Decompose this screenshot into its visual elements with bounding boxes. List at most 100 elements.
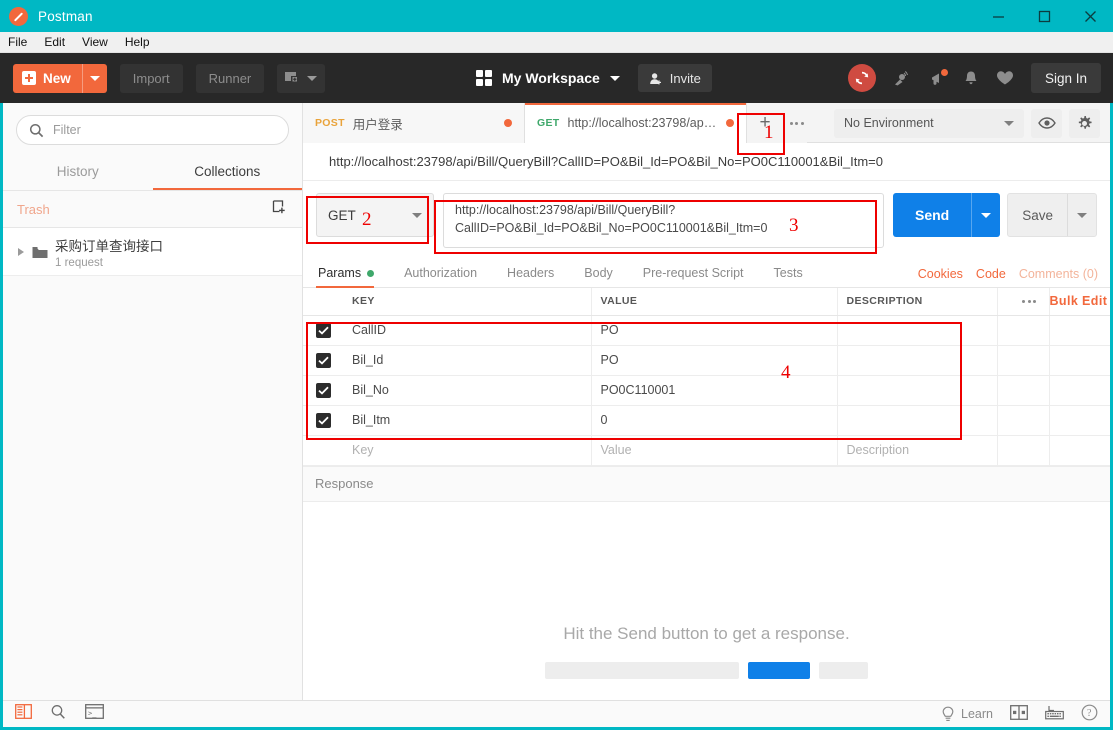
environment-selector[interactable]: No Environment [834,108,1024,138]
runner-button[interactable]: Runner [195,63,265,93]
collection-item[interactable]: 采购订单查询接口 1 request [3,228,302,276]
svg-text:?: ? [1087,708,1092,719]
cell-description[interactable] [837,345,998,376]
new-window-button[interactable] [277,63,326,93]
row-checkbox-cell[interactable] [303,345,343,376]
maximize-button[interactable] [1021,0,1067,32]
tab-params[interactable]: Params [316,266,388,288]
cell-row-actions[interactable] [997,435,1050,466]
row-checkbox-cell[interactable] [303,315,343,346]
tab-headers[interactable]: Headers [505,266,568,287]
checkbox-checked[interactable] [315,412,331,428]
header-bulk-edit[interactable]: Bulk Edit [1049,288,1110,316]
cell-value[interactable]: PO [591,315,838,346]
add-tab-button[interactable]: + [747,103,783,143]
table-row[interactable]: CallID PO [303,315,1110,346]
search-input[interactable]: Filter [16,115,289,145]
table-row-placeholder[interactable]: Key Value Description [303,435,1110,466]
row-checkbox-cell[interactable] [303,405,343,436]
tab-history[interactable]: History [3,153,153,190]
table-row[interactable]: Bil_Itm 0 [303,405,1110,436]
request-tab-get-bill[interactable]: GET http://localhost:23798/api/Bill/ [525,103,747,143]
tab-collections[interactable]: Collections [152,153,303,190]
bell-icon[interactable] [963,70,979,87]
invite-button[interactable]: Invite [637,64,712,92]
cell-row-actions[interactable] [997,345,1050,376]
tab-tests[interactable]: Tests [772,266,817,287]
help-circle-icon[interactable]: ? [1081,704,1098,724]
heart-icon[interactable] [996,70,1014,86]
cell-description[interactable] [837,315,998,346]
code-link[interactable]: Code [976,267,1006,281]
checkbox-checked[interactable] [315,322,331,338]
sidebar-toggle-icon[interactable] [15,704,32,724]
table-row[interactable]: Bil_No PO0C110001 [303,375,1110,406]
sync-icon[interactable] [847,64,876,92]
cell-value-placeholder[interactable]: Value [591,435,838,466]
cell-key[interactable]: CallID [343,315,592,346]
new-button[interactable]: New [13,63,107,93]
checkbox-checked[interactable] [315,382,331,398]
send-dropdown-button[interactable] [971,193,1000,237]
learn-button[interactable]: Learn [941,706,993,723]
send-button[interactable]: Send [892,193,1001,237]
menu-item-view[interactable]: View [82,35,108,49]
sign-in-button[interactable]: Sign In [1030,63,1101,93]
table-row[interactable]: Bil_Id PO [303,345,1110,376]
url-input[interactable]: http://localhost:23798/api/Bill/QueryBil… [443,193,884,248]
cell-row-actions[interactable] [997,375,1050,406]
status-bar: >_ Learn ? [3,700,1110,727]
request-tab-post-login[interactable]: POST 用户登录 [303,103,525,143]
save-button[interactable]: Save [1007,193,1097,237]
cell-key-placeholder[interactable]: Key [343,435,592,466]
cell-key[interactable]: Bil_Itm [343,405,592,436]
cell-key[interactable]: Bil_Id [343,345,592,376]
cell-value[interactable]: 0 [591,405,838,436]
comments-link[interactable]: Comments (0) [1019,267,1098,281]
notification-dot [940,68,948,76]
two-pane-icon[interactable] [1010,705,1028,723]
tab-options-button[interactable] [783,103,807,143]
tab-pre-request-script[interactable]: Pre-request Script [641,266,758,287]
search-icon[interactable] [50,704,67,725]
satellite-icon[interactable] [893,70,912,87]
row-checkbox-cell[interactable] [303,375,343,406]
title-bar: Postman [0,0,1113,32]
cell-value[interactable]: PO0C110001 [591,375,838,406]
new-dropdown-button[interactable] [81,63,107,93]
cell-description-placeholder[interactable]: Description [837,435,998,466]
import-button[interactable]: Import [119,63,183,93]
trash-row[interactable]: Trash [3,191,302,228]
cell-row-actions[interactable] [997,405,1050,436]
menu-item-edit[interactable]: Edit [44,35,65,49]
menu-item-help[interactable]: Help [125,35,150,49]
environment-controls: No Environment [834,103,1100,143]
tab-authorization[interactable]: Authorization [402,266,491,287]
tab-body[interactable]: Body [582,266,627,287]
folder-icon [32,246,48,258]
minimize-button[interactable] [975,0,1021,32]
cell-key[interactable]: Bil_No [343,375,592,406]
environment-quick-look-button[interactable] [1031,108,1062,138]
cell-description[interactable] [837,375,998,406]
new-button-main[interactable]: New [13,64,82,93]
cell-row-actions[interactable] [997,315,1050,346]
header-more-button[interactable] [997,288,1050,316]
row-checkbox-cell[interactable] [303,435,343,466]
cell-description[interactable] [837,405,998,436]
checkbox-checked[interactable] [315,352,331,368]
method-selector[interactable]: GET [316,193,434,237]
new-collection-icon[interactable] [272,199,288,220]
cookies-link[interactable]: Cookies [918,267,963,281]
status-bar-left: >_ [15,704,104,725]
megaphone-icon[interactable] [929,68,948,87]
workspace-selector[interactable]: My Workspace Invite [476,53,712,103]
save-dropdown-button[interactable] [1067,194,1096,236]
chevron-right-icon[interactable] [18,247,24,256]
cell-value[interactable]: PO [591,345,838,376]
close-button[interactable] [1067,0,1113,32]
menu-item-file[interactable]: File [8,35,27,49]
console-icon[interactable]: >_ [85,704,104,724]
keyboard-icon[interactable] [1045,705,1064,723]
environment-settings-button[interactable] [1069,108,1100,138]
